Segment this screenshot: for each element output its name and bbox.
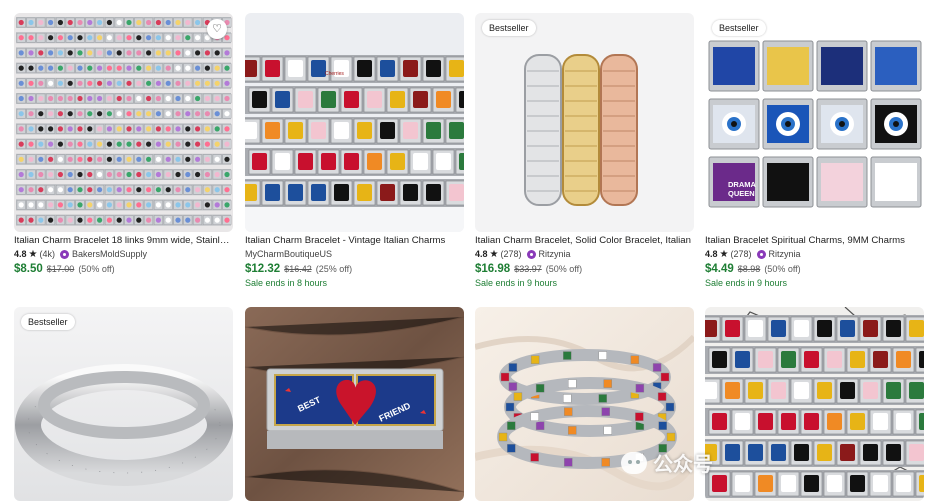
listing-meta: 4.8 ★ (4k) BakersMoldSupply [14,248,233,261]
sale-price: $16.98 [475,263,511,275]
price-line: $4.49 $8.98 (50% off) [705,262,924,277]
watermark-text: 公众号 [653,454,713,476]
drama-charm-text: DRAMA [728,180,756,189]
charm-rows-photo [14,13,233,232]
price-line: $16.98 $33.97 (50% off) [475,262,694,277]
seller-name[interactable]: MyCharmBoutiqueUS [245,248,332,261]
discount-percent: (25% off) [315,264,353,274]
listing-card[interactable]: DRAMA QUEEN Bestseller Italian Bracelet … [705,13,924,290]
listing-meta: 4.8 ★ (278) Ritzynia [475,248,694,261]
seller-name[interactable]: BakersMoldSupply [72,248,147,261]
sale-price: $12.32 [245,263,281,275]
star-seller-icon [59,250,69,259]
sale-price: $8.50 [14,263,43,275]
price-line: $12.32 $16.42 (25% off) [245,262,464,277]
heart-outline-icon: ♡ [212,22,222,35]
price-line: $8.50 $17.00 (50% off) [14,262,233,277]
favorite-button[interactable]: ♡ [207,19,227,39]
listing-card[interactable]: Bestseller Italian Charm Bracelet, Solid… [475,13,694,290]
sale-ends-text: Sale ends in 8 hours [245,278,328,288]
rating-value: 4.8 [14,249,27,259]
listing-meta: MyCharmBoutiqueUS [245,248,464,261]
rating-value: 4.8 [705,249,718,259]
star-icon: ★ [28,249,38,260]
queen-charm-text: QUEEN [728,189,755,198]
original-price: $17.00 [46,264,75,274]
discount-percent: (50% off) [764,264,801,274]
listing-image[interactable]: Cherries [245,13,464,232]
seller-name[interactable]: Ritzynia [769,248,801,261]
star-icon: ★ [489,249,499,260]
seller-name[interactable]: Ritzynia [539,248,571,261]
listing-title[interactable]: Italian Bracelet Spiritual Charms, 9MM C… [705,235,924,247]
cherries-charm-text: Cherries [325,71,344,77]
steel-bracelet-photo [14,307,233,501]
listing-card[interactable]: Bestseller [14,307,233,501]
review-count: (278) [500,249,522,259]
wechat-icon [621,451,647,474]
star-icon: ★ [719,249,729,260]
bestseller-badge: Bestseller [482,20,536,36]
listing-card[interactable]: Cherries Italian Charm Bracelet - Vintag… [245,13,464,290]
best-friend-charms-photo: BEST FRIEND [245,307,464,501]
vintage-charms-on-marble-photo [705,307,924,501]
listing-image[interactable]: Bestseller [14,307,233,501]
sale-ends-text: Sale ends in 9 hours [475,278,558,288]
bestseller-badge: Bestseller [712,20,766,36]
listing-image[interactable]: DRAMA QUEEN Bestseller [705,13,924,232]
watermark: 公众号 [621,448,713,477]
star-seller-icon [526,250,536,259]
vintage-charms-photo: Cherries [245,13,464,232]
listing-title[interactable]: Italian Charm Bracelet 18 links 9mm wide… [14,235,233,247]
discount-percent: (50% off) [78,264,115,274]
rating-value: 4.8 [475,249,488,259]
listing-card[interactable]: BEST FRIEND [245,307,464,501]
sale-ends-text: Sale ends in 9 hours [705,278,788,288]
review-count: (278) [730,249,752,259]
listing-title[interactable]: Italian Charm Bracelet - Vintage Italian… [245,235,464,247]
solid-color-bracelets-photo [475,13,694,232]
sale-price: $4.49 [705,263,734,275]
listing-image[interactable]: ♡ [14,13,233,232]
star-seller-icon [756,250,766,259]
discount-percent: (50% off) [545,264,583,274]
listing-image[interactable] [705,307,924,501]
listing-title[interactable]: Italian Charm Bracelet, Solid Color Brac… [475,235,694,247]
listing-card[interactable] [705,307,924,501]
bestseller-badge: Bestseller [21,314,75,330]
listing-image[interactable]: Bestseller [475,13,694,232]
original-price: $8.98 [737,264,761,274]
original-price: $33.97 [514,264,542,274]
listing-image[interactable]: BEST FRIEND [245,307,464,501]
review-count: (4k) [39,249,55,259]
listing-meta: 4.8 ★ (278) Ritzynia [705,248,924,261]
listing-card[interactable]: ♡ Italian Charm Bracelet 18 links 9mm wi… [14,13,233,277]
original-price: $16.42 [284,264,312,274]
spiritual-charms-photo: DRAMA QUEEN [705,13,924,232]
